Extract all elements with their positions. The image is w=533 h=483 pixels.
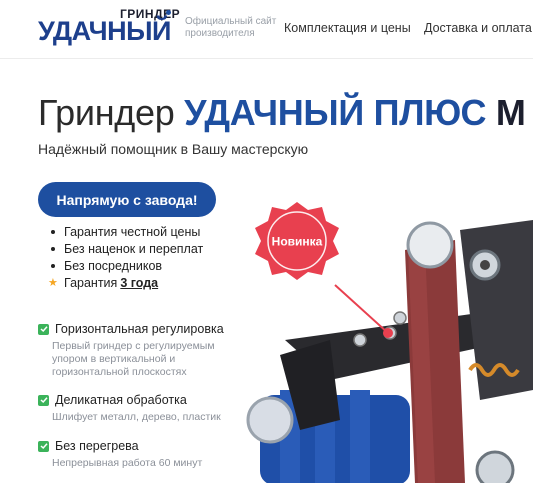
title-plain: Гриндер <box>38 92 175 133</box>
feature-title: Деликатная обработка <box>55 393 187 407</box>
feature-title: Без перегрева <box>55 439 139 453</box>
feature-desc: Непрерывная работа 60 минут <box>52 457 203 469</box>
title-accent: УДАЧНЫЙ ПЛЮС <box>184 92 487 133</box>
product-image: Новинка <box>246 202 533 483</box>
page-subtitle: Надёжный помощник в Вашу мастерскую <box>38 141 309 157</box>
warranty-prefix: Гарантия <box>64 275 118 290</box>
new-badge-label: Новинка <box>272 235 323 249</box>
factory-direct-button[interactable]: Напрямую с завода! <box>38 182 216 217</box>
logo-big-text: УДАЧНЫЙ <box>38 16 171 46</box>
list-item: Без наценок и переплат <box>48 240 203 257</box>
bullet-text: Без наценок и переплат <box>64 241 204 256</box>
warranty-item: ★ Гарантия 3 года <box>48 274 203 291</box>
feature-desc: Первый гриндер с регулируемым упором в в… <box>52 340 215 378</box>
title-dark: М <box>495 92 526 133</box>
feature-desc: Шлифует металл, дерево, пластик <box>52 411 221 423</box>
feature-title: Горизонтальная регулировка <box>55 322 224 336</box>
feature-delicate: Деликатная обработка Шлифует металл, дер… <box>38 393 252 424</box>
feature-no-overheat: Без перегрева Непрерывная работа 60 мину… <box>38 439 252 470</box>
check-icon <box>38 440 49 452</box>
nav-item-delivery[interactable]: Доставка и оплата <box>424 21 532 35</box>
bullet-dot <box>51 246 55 251</box>
check-icon <box>38 394 49 406</box>
feature-horizontal-adjust: Горизонтальная регулировка Первый гринде… <box>38 322 242 379</box>
bullet-dot <box>51 263 55 268</box>
site-header: ГРИНДЕР УДАЧНЫЙ Официальный сайт произво… <box>0 0 533 59</box>
nav-item-pricing[interactable]: Комплектация и цены <box>284 21 411 35</box>
bullet-dot <box>51 229 55 234</box>
benefits-list: Гарантия честной цены Без наценок и пере… <box>48 223 203 291</box>
bullet-text: Гарантия честной цены <box>64 224 201 239</box>
page-title: Гриндер УДАЧНЫЙ ПЛЮС М <box>38 92 526 134</box>
list-item: Гарантия честной цены <box>48 223 203 240</box>
logo[interactable]: ГРИНДЕР УДАЧНЫЙ <box>38 6 180 46</box>
warranty-link[interactable]: 3 года <box>120 276 158 290</box>
check-icon <box>38 323 49 335</box>
logo-dot <box>166 10 171 15</box>
list-item: Без посредников <box>48 257 203 274</box>
bullet-text: Без посредников <box>64 258 163 273</box>
header-tagline: Официальный сайт производителя <box>185 16 277 39</box>
star-icon: ★ <box>48 277 58 289</box>
